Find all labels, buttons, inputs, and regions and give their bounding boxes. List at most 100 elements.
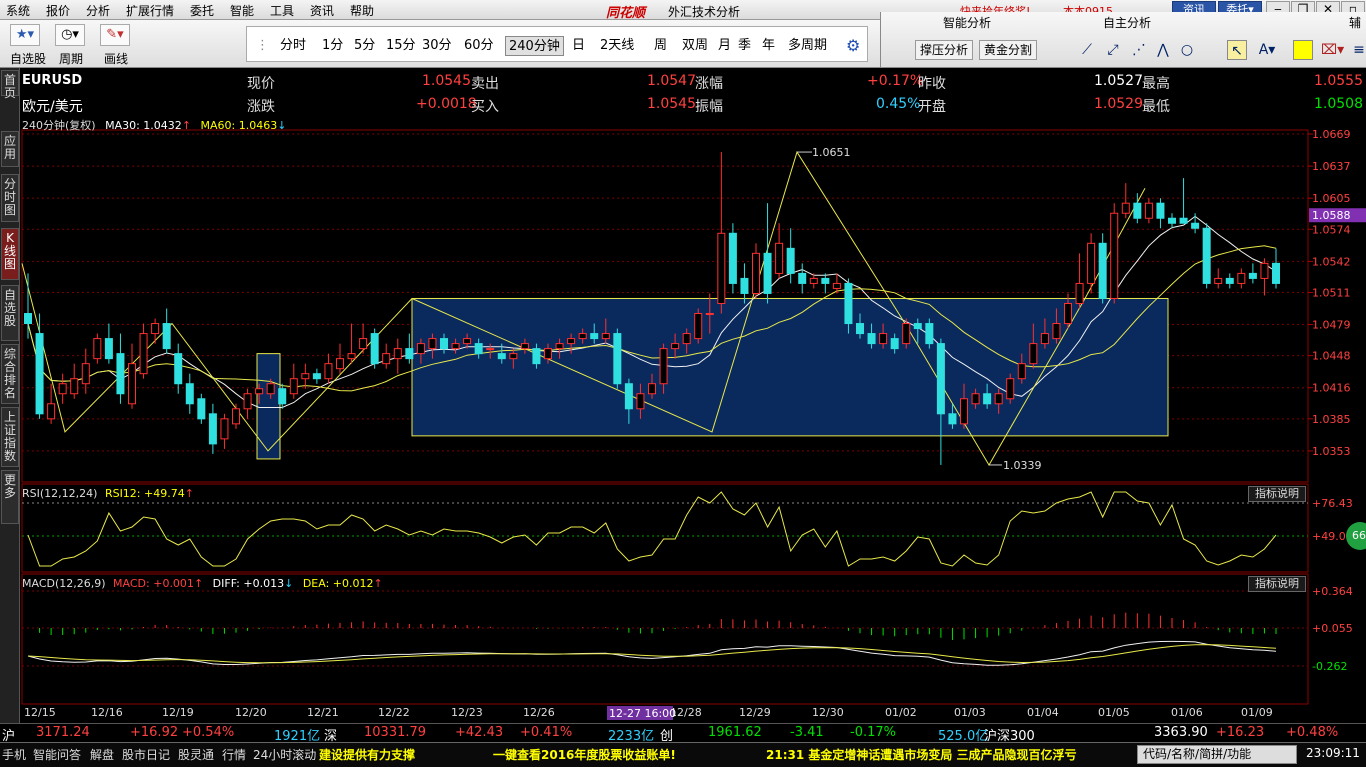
candle-body[interactable] xyxy=(336,358,344,370)
candle-body[interactable] xyxy=(451,343,460,350)
period-14[interactable]: 多周期 xyxy=(785,36,830,56)
small-box[interactable] xyxy=(256,353,281,460)
candle-body[interactable] xyxy=(474,343,483,355)
menu-item-3[interactable]: 扩展行情 xyxy=(126,2,174,19)
candle-body[interactable] xyxy=(1202,227,1211,284)
line-tool-icon[interactable]: ⟋ xyxy=(1077,40,1097,60)
macd-help-button[interactable]: 指标说明 xyxy=(1248,576,1306,592)
candle-body[interactable] xyxy=(567,338,576,345)
candle-body[interactable] xyxy=(798,272,807,284)
period-1[interactable]: 1分 xyxy=(319,36,346,56)
menu-item-1[interactable]: 报价 xyxy=(46,2,70,19)
candle-body[interactable] xyxy=(682,333,691,345)
candle-body[interactable] xyxy=(382,353,391,365)
gear-icon[interactable]: ⚙ xyxy=(843,36,863,56)
candle-body[interactable] xyxy=(971,393,980,405)
rsi-help-button[interactable]: 指标说明 xyxy=(1248,486,1306,502)
candle-body[interactable] xyxy=(659,348,668,385)
sidebar-item-0[interactable]: 首 页 xyxy=(1,70,19,100)
support-resistance-button[interactable]: 撑压分析 xyxy=(915,40,973,60)
menu-item-4[interactable]: 委托 xyxy=(190,2,214,19)
period-3[interactable]: 15分 xyxy=(383,36,419,56)
candle-body[interactable] xyxy=(1144,202,1153,219)
taskbar-item-4[interactable]: 股灵通 xyxy=(178,746,214,763)
candle-body[interactable] xyxy=(983,393,992,405)
candle-body[interactable] xyxy=(1237,272,1246,284)
candle-body[interactable] xyxy=(1029,343,1038,365)
period-10[interactable]: 双周 xyxy=(679,36,711,56)
candle-body[interactable] xyxy=(497,353,506,360)
candle-body[interactable] xyxy=(636,393,645,410)
candle-body[interactable] xyxy=(509,353,518,360)
sidebar-item-1[interactable]: 应 用 xyxy=(1,131,19,167)
candle-body[interactable] xyxy=(613,333,622,385)
candle-body[interactable] xyxy=(532,348,541,365)
polyline-tool-icon[interactable]: ⋰ xyxy=(1129,40,1149,60)
candle-body[interactable] xyxy=(266,383,275,395)
candle-body[interactable] xyxy=(1040,333,1049,345)
candle-body[interactable] xyxy=(624,383,633,410)
period-12[interactable]: 季 xyxy=(735,36,754,56)
candle-body[interactable] xyxy=(1087,242,1096,284)
candle-body[interactable] xyxy=(902,323,911,345)
candle-body[interactable] xyxy=(601,333,610,340)
candle-body[interactable] xyxy=(879,333,888,345)
candle-body[interactable] xyxy=(520,343,529,350)
sidebar-item-5[interactable]: 综 合 排 名 xyxy=(1,344,19,404)
ray-tool-icon[interactable]: ⤢ xyxy=(1103,40,1123,60)
candle-body[interactable] xyxy=(1214,277,1223,284)
golden-section-button[interactable]: 黄金分割 xyxy=(979,40,1037,60)
candle-body[interactable] xyxy=(370,333,379,365)
color-swatch-icon[interactable] xyxy=(1293,40,1313,60)
candle-body[interactable] xyxy=(1168,217,1176,224)
candle-body[interactable] xyxy=(740,277,749,294)
candle-body[interactable] xyxy=(555,343,564,350)
candle-body[interactable] xyxy=(856,323,864,335)
candle-body[interactable] xyxy=(463,338,472,345)
candle-body[interactable] xyxy=(486,348,495,351)
period-4[interactable]: 30分 xyxy=(419,36,455,56)
candle-body[interactable] xyxy=(116,353,125,395)
period-5[interactable]: 60分 xyxy=(461,36,497,56)
candle-body[interactable] xyxy=(752,252,760,294)
candle-body[interactable] xyxy=(1006,378,1015,400)
candle-body[interactable] xyxy=(1272,262,1280,284)
delete-tool-icon[interactable]: ⌧▾ xyxy=(1321,40,1344,60)
candle-body[interactable] xyxy=(1121,202,1130,214)
clock-icon[interactable]: ◷▾ xyxy=(55,24,85,46)
candle-body[interactable] xyxy=(289,378,298,395)
menu-item-6[interactable]: 工具 xyxy=(270,2,294,19)
candle-body[interactable] xyxy=(544,348,552,360)
candle-body[interactable] xyxy=(936,343,945,415)
candle-body[interactable] xyxy=(1260,262,1269,279)
period-2[interactable]: 5分 xyxy=(351,36,378,56)
candle-body[interactable] xyxy=(1064,302,1072,325)
period-11[interactable]: 月 xyxy=(715,36,734,56)
period-7[interactable]: 日 xyxy=(569,36,588,56)
candle-body[interactable] xyxy=(1248,272,1257,279)
period-6[interactable]: 240分钟 xyxy=(505,36,564,56)
candle-body[interactable] xyxy=(243,393,252,410)
period-9[interactable]: 周 xyxy=(651,36,670,56)
candle-body[interactable] xyxy=(255,388,264,395)
candle-body[interactable] xyxy=(440,338,448,350)
menu-item-8[interactable]: 帮助 xyxy=(350,2,374,19)
text-tool-icon[interactable]: A▾ xyxy=(1257,40,1277,60)
candle-body[interactable] xyxy=(844,282,853,325)
candle-body[interactable] xyxy=(705,313,714,316)
tab-smart-analysis[interactable]: 智能分析 xyxy=(943,14,991,31)
menu-item-0[interactable]: 系统 xyxy=(6,2,30,19)
candle-body[interactable] xyxy=(913,323,922,330)
candle-body[interactable] xyxy=(24,313,32,325)
candle-body[interactable] xyxy=(58,383,67,395)
circle-tool-icon[interactable]: ○ xyxy=(1177,40,1197,60)
candle-body[interactable] xyxy=(994,393,1003,405)
candle-body[interactable] xyxy=(347,353,356,360)
candle-body[interactable] xyxy=(359,338,368,350)
candle-body[interactable] xyxy=(1225,277,1234,284)
sidebar-item-2[interactable]: 分 时 图 xyxy=(1,174,19,222)
taskbar-item-1[interactable]: 智能问答 xyxy=(33,746,81,763)
candle-body[interactable] xyxy=(728,232,737,284)
candle-body[interactable] xyxy=(1052,323,1061,340)
candle-body[interactable] xyxy=(162,323,171,350)
